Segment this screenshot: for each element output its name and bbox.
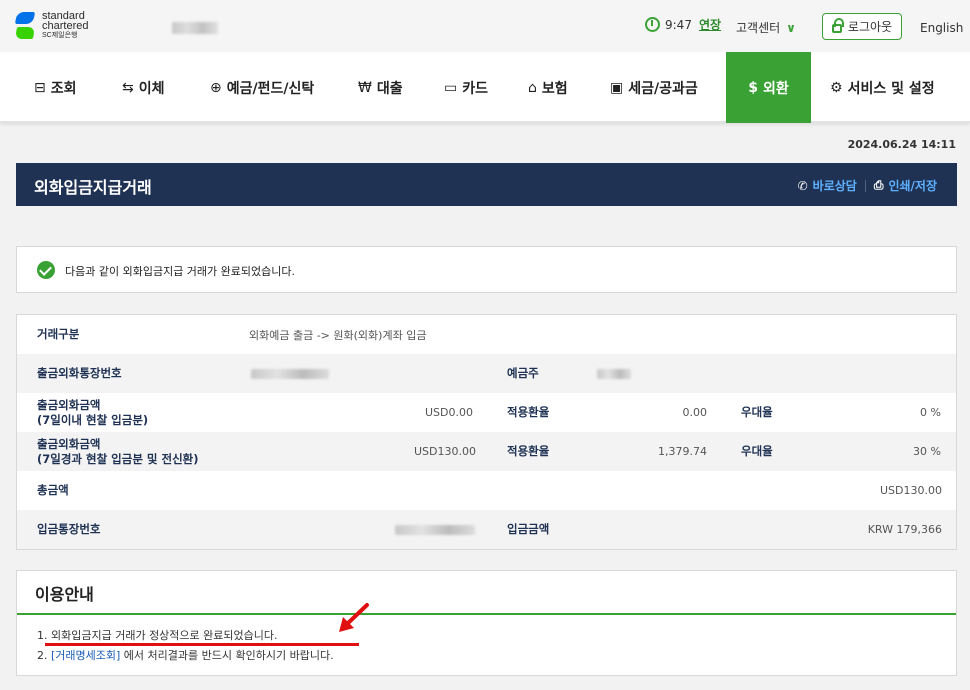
nav-item-inquiry[interactable]: ⊟ 조회 <box>34 52 77 123</box>
holder-label: 예금주 <box>507 366 539 380</box>
logo-line3: SC제일은행 <box>42 32 78 39</box>
deposit-amount-value: KRW 179,366 <box>867 523 942 536</box>
type-value: 외화예금 출금 -> 원화(외화)계좌 입금 <box>249 328 427 342</box>
table-row: 입금통장번호 입금금액 KRW 179,366 <box>17 510 956 549</box>
usage-guide-box: 이용안내 1. 외화입금지급 거래가 정상적으로 완료되었습니다. 2. [거래… <box>16 570 957 676</box>
nav-item-card[interactable]: ▭ 카드 <box>444 52 488 123</box>
completion-message-box: 다음과 같이 외화입금지급 거래가 완료되었습니다. <box>16 246 957 293</box>
chevron-down-icon: ∨ <box>786 21 796 35</box>
withdraw-account-redacted <box>251 368 329 379</box>
nav-item-tax[interactable]: ▣ 세금/공과금 <box>610 52 698 123</box>
nav-item-insurance[interactable]: ⌂ 보험 <box>528 52 568 123</box>
pref2-value: 30 % <box>913 445 941 458</box>
logout-button[interactable]: 로그아웃 <box>822 13 902 40</box>
nav-item-service-settings[interactable]: ⚙ 서비스 및 설정 <box>830 52 935 123</box>
pref1-label: 우대율 <box>741 405 773 419</box>
completion-message: 다음과 같이 외화입금지급 거래가 완료되었습니다. <box>65 265 296 278</box>
nav-item-forex[interactable]: $ 외환 <box>726 52 811 123</box>
user-name-redacted <box>172 22 218 34</box>
amount2-sublabel: (7일경과 현찰 입금분 및 전신환) <box>37 451 199 466</box>
loan-icon: ₩ <box>358 79 372 96</box>
rate1-value: 0.00 <box>682 406 708 419</box>
nav-item-transfer[interactable]: ⇆ 이체 <box>122 52 165 123</box>
print-icon: ⎙ <box>873 178 884 192</box>
table-row: 출금외화통장번호 예금주 <box>17 354 956 393</box>
print-save-link[interactable]: 인쇄/저장 <box>888 177 937 194</box>
logo-line2: chartered <box>42 20 89 32</box>
lock-icon <box>831 18 844 33</box>
rate2-value: 1,379.74 <box>658 445 707 458</box>
phone-icon: ✆ <box>797 178 808 193</box>
logout-label: 로그아웃 <box>847 20 893 34</box>
inquiry-icon: ⊟ <box>34 79 46 96</box>
withdraw-account-label: 출금외화통장번호 <box>37 366 122 380</box>
amount1-sublabel: (7일이내 현찰 입금분) <box>37 412 149 427</box>
top-bar: standard chartered SC제일은행 9:47 연장 고객센터 ∨ … <box>0 0 970 52</box>
logo-mark-icon <box>14 10 36 42</box>
tax-icon: ▣ <box>610 79 624 96</box>
gear-icon: ⚙ <box>830 79 843 96</box>
amount2-label: 출금외화금액 <box>37 436 101 451</box>
amount1-value: USD0.00 <box>425 406 473 419</box>
holder-redacted <box>597 368 631 379</box>
extend-session-link[interactable]: 연장 <box>699 16 721 33</box>
transfer-icon: ⇆ <box>122 79 134 96</box>
amount2-value: USD130.00 <box>414 445 476 458</box>
dollar-icon: $ <box>748 79 758 96</box>
check-circle-icon <box>37 261 55 279</box>
card-icon: ▭ <box>444 79 458 96</box>
annotation-arrow-icon <box>339 603 369 632</box>
table-row: 출금외화금액 (7일경과 현찰 입금분 및 전신환) USD130.00 적용환… <box>17 432 956 471</box>
annotation-underline <box>45 643 359 646</box>
consult-link[interactable]: 바로상담 <box>813 177 857 194</box>
rate1-label: 적용환율 <box>507 405 550 419</box>
session-timer: 9:47 연장 <box>645 16 721 33</box>
usage-guide-title: 이용안내 <box>35 585 94 604</box>
customer-center-label: 고객센터 <box>736 21 781 35</box>
pref2-label: 우대율 <box>741 444 773 458</box>
timer-icon <box>645 17 660 32</box>
guide-item-2: 2. [거래명세조회] 에서 처리결과를 반드시 확인하시기 바랍니다. <box>37 649 334 662</box>
deposit-icon: ⊕ <box>210 79 222 96</box>
transaction-details-table: 거래구분 외화예금 출금 -> 원화(외화)계좌 입금 출금외화통장번호 예금주… <box>16 314 957 550</box>
table-row: 출금외화금액 (7일이내 현찰 입금분) USD0.00 적용환율 0.00 우… <box>17 393 956 432</box>
table-row: 총금액 USD130.00 <box>17 471 956 510</box>
bank-logo[interactable]: standard chartered SC제일은행 <box>14 10 88 42</box>
type-label: 거래구분 <box>37 327 80 341</box>
nav-item-loan[interactable]: ₩ 대출 <box>358 52 403 123</box>
insurance-icon: ⌂ <box>528 79 537 96</box>
pref1-value: 0 % <box>920 406 941 419</box>
deposit-account-redacted <box>395 524 475 535</box>
guide-item-1: 1. 외화입금지급 거래가 정상적으로 완료되었습니다. <box>37 629 278 642</box>
current-datetime: 2024.06.24 14:11 <box>847 138 956 151</box>
main-nav: ⊟ 조회 ⇆ 이체 ⊕ 예금/펀드/신탁 ₩ 대출 ▭ 카드 ⌂ 보험 ▣ 세금/공과금 $ 외… <box>0 52 970 123</box>
total-label: 총금액 <box>37 483 69 497</box>
customer-center-menu[interactable]: 고객센터 ∨ <box>736 19 796 36</box>
deposit-amount-label: 입금금액 <box>507 522 550 536</box>
total-value: USD130.00 <box>880 484 942 497</box>
rate2-label: 적용환율 <box>507 444 550 458</box>
language-english-link[interactable]: English <box>920 21 963 35</box>
deposit-account-label: 입금통장번호 <box>37 522 101 536</box>
table-row: 거래구분 외화예금 출금 -> 원화(외화)계좌 입금 <box>17 315 956 354</box>
amount1-label: 출금외화금액 <box>37 397 101 412</box>
page-title-bar: 외화입금지급거래 ✆ 바로상담 ⎙ 인쇄/저장 <box>16 163 957 206</box>
timer-value: 9:47 <box>665 17 692 32</box>
nav-item-deposit[interactable]: ⊕ 예금/펀드/신탁 <box>210 52 314 123</box>
page-title: 외화입금지급거래 <box>34 178 152 197</box>
transaction-history-link[interactable]: [거래명세조회] <box>51 649 120 662</box>
